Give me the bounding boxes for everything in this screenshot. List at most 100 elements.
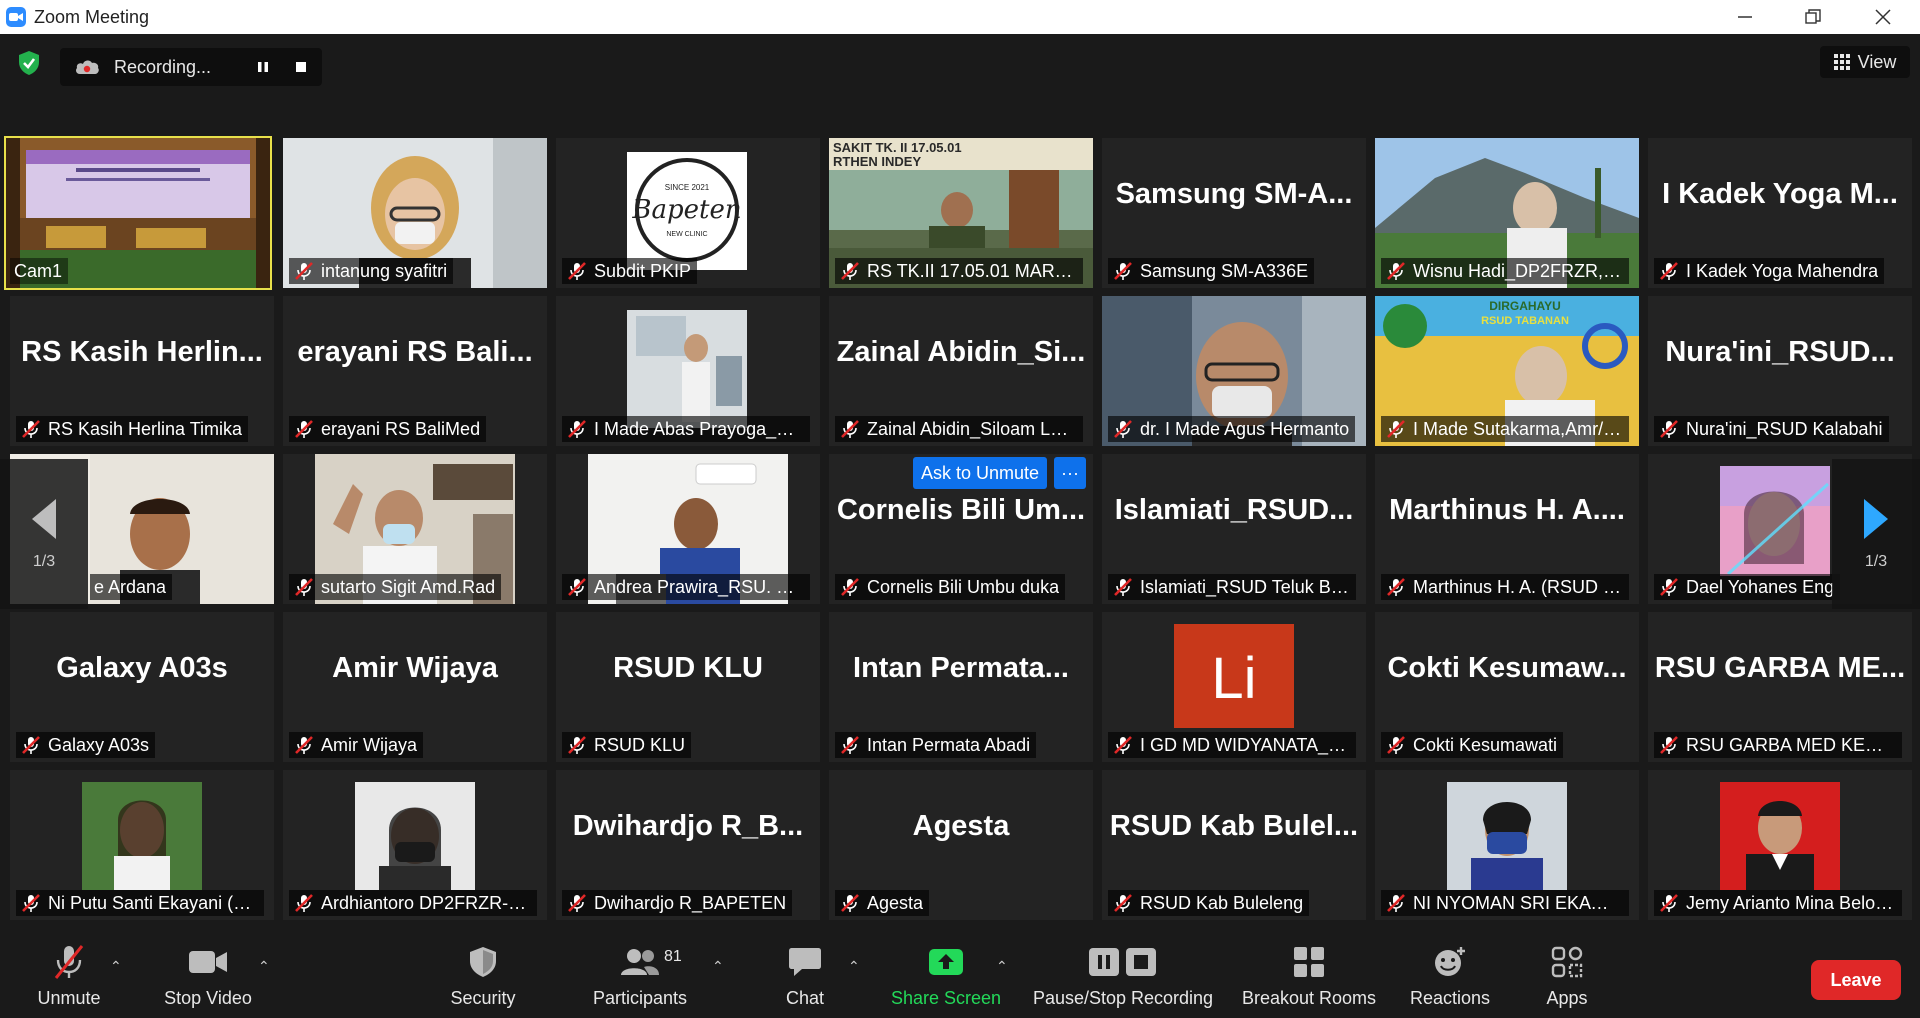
muted-mic-icon <box>841 420 859 438</box>
participant-tile[interactable]: Ni Putu Santi Ekayani (La... <box>10 770 274 920</box>
apps-label: Apps <box>1546 988 1588 1008</box>
participant-name: I GD MD WIDYANATA_RS ... <box>1140 734 1350 755</box>
chevron-left-icon <box>32 499 56 539</box>
participant-display-name: erayani RS Bali... <box>297 336 533 368</box>
muted-mic-icon <box>841 894 859 912</box>
participant-name: Andrea Prawira_RSU. Sur... <box>594 576 804 597</box>
video-camera-icon <box>189 951 227 973</box>
participant-tile[interactable]: Marthinus H. A.... Marthinus H. A. (RSUD… <box>1375 454 1639 604</box>
view-button-label: View <box>1857 51 1897 72</box>
participants-button[interactable]: 81 Participants <box>580 920 700 1018</box>
participants-options-caret-icon[interactable]: ⌃ <box>712 958 724 975</box>
share-screen-button[interactable]: Share Screen <box>886 920 1006 1018</box>
participant-tile[interactable]: Samsung SM-A... Samsung SM-A336E <box>1102 138 1366 288</box>
close-button[interactable] <box>1848 0 1918 34</box>
view-button[interactable]: View <box>1820 46 1910 78</box>
banner-text: DIRGAHAYU <box>1489 299 1561 313</box>
muted-mic-icon <box>1114 578 1132 596</box>
participant-tile[interactable]: Andrea Prawira_RSU. Sur... <box>556 454 820 604</box>
participant-display-name: Agesta <box>912 810 1010 842</box>
next-page-button[interactable]: 1/3 <box>1832 459 1920 609</box>
participant-tile[interactable]: Jemy Arianto Mina Belo -... <box>1648 770 1912 920</box>
participant-name: e Ardana <box>94 576 167 597</box>
participant-tile[interactable]: Wisnu Hadi_DP2FRZR, BA... <box>1375 138 1639 288</box>
participant-tile[interactable]: Cokti Kesumaw... Cokti Kesumawati <box>1375 612 1639 762</box>
participant-tile[interactable]: RSUD KLU RSUD KLU <box>556 612 820 762</box>
grid-view-icon <box>1833 54 1850 70</box>
chat-button[interactable]: Chat <box>760 920 850 1018</box>
participant-tile[interactable]: Zainal Abidin_Si... Zainal Abidin_Siloam… <box>829 296 1093 446</box>
participant-tile[interactable]: Dwihardjo R_B... Dwihardjo R_BAPETEN <box>556 770 820 920</box>
participant-tile[interactable]: RSUD Kab Bulel... RSUD Kab Buleleng <box>1102 770 1366 920</box>
pause-stop-recording-button[interactable]: Pause/Stop Recording <box>1030 920 1216 1018</box>
encryption-shield-icon[interactable] <box>18 50 40 81</box>
participant-tile[interactable]: Intan Permata... Intan Permata Abadi <box>829 612 1093 762</box>
participant-name: RS TK.II 17.05.01 MARTHE... <box>867 260 1077 281</box>
logo-text: Bapeten <box>631 195 741 225</box>
participant-tile[interactable]: Amir Wijaya Amir Wijaya <box>283 612 547 762</box>
minimize-button[interactable] <box>1710 0 1780 34</box>
participant-tile[interactable]: RSU GARBA ME... RSU GARBA MED KEROB... <box>1648 612 1912 762</box>
audio-options-caret-icon[interactable]: ⌃ <box>110 958 122 975</box>
participant-name: Intan Permata Abadi <box>867 734 1031 755</box>
participant-tile[interactable]: Cam1 <box>4 136 272 290</box>
reactions-button[interactable]: Reactions <box>1402 920 1498 1018</box>
participant-tile[interactable]: sutarto Sigit Amd.Rad <box>283 454 547 604</box>
ask-to-unmute-button[interactable]: Ask to Unmute <box>913 457 1048 489</box>
security-shield-icon <box>470 947 496 977</box>
participant-tile[interactable]: I Kadek Yoga M... I Kadek Yoga Mahendra <box>1648 138 1912 288</box>
cloud-recording-icon <box>76 60 99 74</box>
participant-tile[interactable]: erayani RS Bali... erayani RS BaliMed <box>283 296 547 446</box>
video-options-caret-icon[interactable]: ⌃ <box>258 958 270 975</box>
participant-name: I Made Sutakarma,Amr/R... <box>1413 418 1623 439</box>
restore-button[interactable] <box>1778 0 1848 34</box>
muted-mic-icon <box>1387 262 1405 280</box>
participant-display-name: Marthinus H. A.... <box>1389 494 1625 526</box>
participant-name: Ardhiantoro DP2FRZR-BA... <box>321 892 531 913</box>
participant-name: I Kadek Yoga Mahendra <box>1686 260 1879 281</box>
logo-bottom-text: NEW CLINIC <box>666 231 707 238</box>
muted-mic-icon <box>568 578 586 596</box>
participant-tile[interactable]: RS Kasih Herlin... RS Kasih Herlina Timi… <box>10 296 274 446</box>
muted-mic-icon <box>1660 894 1678 912</box>
participant-display-name: Intan Permata... <box>853 652 1069 684</box>
more-options-button[interactable]: ··· <box>1054 457 1086 489</box>
participant-tile[interactable]: intanung syafitri <box>283 138 547 288</box>
participant-tile[interactable]: SINCE 2021 Bapeten NEW CLINIC Subdit PKI… <box>556 138 820 288</box>
title-bar: Zoom Meeting <box>0 0 1920 34</box>
participant-tile[interactable]: DIRGAHAYU RSUD TABANAN I Made Sutakarma,… <box>1375 296 1639 446</box>
apps-button[interactable]: Apps <box>1522 920 1612 1018</box>
pause-recording-button[interactable] <box>250 54 276 80</box>
leave-button[interactable]: Leave <box>1811 960 1901 1000</box>
stop-video-button[interactable]: Stop Video <box>158 920 258 1018</box>
unmute-button[interactable]: Unmute <box>24 920 114 1018</box>
participant-tile[interactable]: Galaxy A03s Galaxy A03s <box>10 612 274 762</box>
muted-mic-icon <box>22 736 40 754</box>
chat-options-caret-icon[interactable]: ⌃ <box>848 958 860 975</box>
previous-page-button[interactable]: 1/3 <box>0 459 88 609</box>
security-button[interactable]: Security <box>438 920 528 1018</box>
muted-mic-icon <box>1660 578 1678 596</box>
participant-tile[interactable]: Li I GD MD WIDYANATA_RS ... <box>1102 612 1366 762</box>
chat-label: Chat <box>785 988 825 1008</box>
share-options-caret-icon[interactable]: ⌃ <box>996 958 1008 975</box>
participant-tile[interactable]: I Made Abas Prayoga_RS... <box>556 296 820 446</box>
participant-name: Cornelis Bili Umbu duka <box>867 576 1060 597</box>
chat-bubble-icon <box>789 948 821 976</box>
participant-tile[interactable]: Nura'ini_RSUD... Nura'ini_RSUD Kalabahi <box>1648 296 1912 446</box>
participant-tile[interactable]: NI NYOMAN SRI EKAWAT... <box>1375 770 1639 920</box>
participant-tile[interactable]: dr. I Made Agus Hermanto <box>1102 296 1366 446</box>
muted-mic-icon <box>841 262 859 280</box>
participant-tile[interactable]: Ardhiantoro DP2FRZR-BA... <box>283 770 547 920</box>
breakout-rooms-button[interactable]: Breakout Rooms <box>1236 920 1382 1018</box>
participant-display-name: I Kadek Yoga M... <box>1662 178 1898 210</box>
participant-tile[interactable]: Agesta Agesta <box>829 770 1093 920</box>
participant-tile[interactable]: Islamiati_RSUD... Islamiati_RSUD Teluk B… <box>1102 454 1366 604</box>
banner-text: SAKIT TK. II 17.05.01 <box>833 140 962 155</box>
muted-mic-icon <box>1660 262 1678 280</box>
stop-recording-button[interactable] <box>288 54 314 80</box>
muted-mic-icon <box>1114 736 1132 754</box>
participant-tile[interactable]: SAKIT TK. II 17.05.01 RTHEN INDEY RS TK.… <box>829 138 1093 288</box>
recording-controls-icon <box>1089 948 1156 976</box>
participant-name: Zainal Abidin_Siloam Lab... <box>867 418 1077 439</box>
